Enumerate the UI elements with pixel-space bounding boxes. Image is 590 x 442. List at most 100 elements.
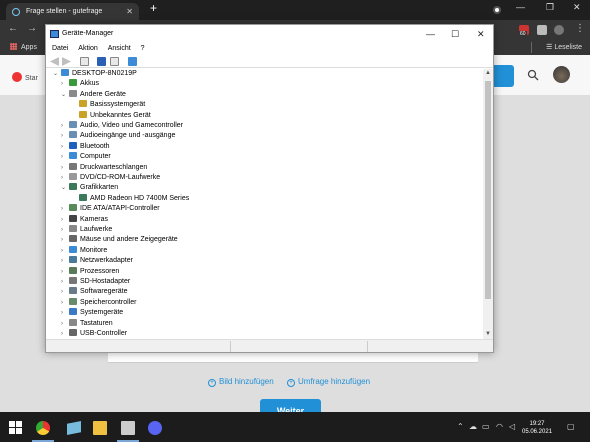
chevron-down-icon[interactable]: ⌄ [53,69,61,79]
tree-category[interactable]: › Mäuse und andere Zeigegeräte [61,235,178,245]
tree-category[interactable]: › DVD/CD-ROM-Laufwerke [61,173,160,183]
tree-category[interactable]: › IDE ATA/ATAPI-Controller [61,204,160,214]
discord-icon[interactable] [148,421,162,435]
tree-category[interactable]: ⌄ Andere Geräte [61,89,126,100]
chevron-right-icon[interactable]: › [61,215,69,225]
minimize-icon[interactable]: — [426,25,435,43]
chevron-right-icon[interactable]: › [61,235,69,245]
browser-tab[interactable]: Frage stellen - gutefrage ✕ [6,3,139,20]
mail-app-icon[interactable] [67,421,81,435]
apps-bookmark[interactable]: Apps [10,43,37,51]
scroll-down-icon[interactable]: ▼ [485,331,491,337]
chevron-right-icon[interactable]: › [61,308,69,318]
forward-icon[interactable]: → [27,23,37,34]
profile-icon[interactable] [554,25,564,35]
tree-category[interactable]: › Kameras [61,214,108,225]
tree-category[interactable]: › Bluetooth [61,141,110,152]
chevron-right-icon[interactable]: › [61,204,69,214]
device-tree: ⌄ DESKTOP-8N0219P › Akkus ⌄ Andere Geräte Bas… [46,69,483,339]
chevron-right-icon[interactable]: › [61,329,69,339]
windows-start-icon[interactable] [9,421,23,435]
menu-help[interactable]: ? [141,45,145,52]
tree-category[interactable]: › Monitore [61,245,107,256]
minimize-icon[interactable]: — [516,2,525,12]
chevron-right-icon[interactable]: › [61,287,69,297]
device-manager-taskbar-icon[interactable] [121,421,135,435]
chevron-right-icon[interactable]: › [61,298,69,308]
tree-category[interactable]: › Systemgeräte [61,308,123,318]
network-icon[interactable]: ◠ [496,422,503,431]
new-tab-button[interactable]: + [150,1,157,15]
tree-category[interactable]: › Laufwerke [61,225,112,235]
chevron-right-icon[interactable]: › [61,79,69,89]
chevron-right-icon[interactable]: › [61,319,69,329]
avatar[interactable] [553,66,570,83]
notifications-icon[interactable]: ▢ [567,422,575,431]
tree-scrollbar[interactable]: ▲ ▼ [483,69,493,339]
tree-category[interactable]: › Akkus [61,79,99,89]
battery-icon[interactable]: ▭ [482,422,490,431]
tree-category[interactable]: › Softwaregeräte [61,287,127,297]
back-arrow-icon[interactable] [50,57,59,66]
restore-icon[interactable]: ❐ [546,2,554,13]
volume-icon[interactable]: ◁ [509,422,515,431]
chevron-right-icon[interactable]: › [61,121,69,131]
tree-device[interactable]: Basissystemgerät [79,100,145,110]
help-icon[interactable] [97,57,106,66]
file-explorer-icon[interactable] [93,421,107,435]
tree-root[interactable]: ⌄ DESKTOP-8N0219P [53,69,137,79]
chevron-right-icon[interactable]: › [61,163,69,173]
device-manager-titlebar[interactable]: Geräte-Manager — ☐ ✕ [46,25,493,43]
clock[interactable]: 19:27 05.06.2021 [522,420,552,436]
chevron-right-icon[interactable]: › [61,131,69,141]
back-icon[interactable]: ← [8,23,18,34]
tree-category[interactable]: › Netzwerkadapter [61,256,133,266]
tree-device[interactable]: Unbekanntes Gerät [79,110,151,121]
add-poll-link[interactable]: + Umfrage hinzufügen [287,377,370,387]
menu-action[interactable]: Aktion [78,45,97,52]
tray-chevron-icon[interactable]: ⌃ [457,422,464,431]
chevron-right-icon[interactable]: › [61,225,69,235]
view-icon[interactable] [110,57,119,66]
tree-category[interactable]: › USB-Controller [61,329,127,339]
start-link[interactable]: Star [12,72,38,82]
people-icon[interactable]: ☁ [469,422,477,431]
puzzle-icon[interactable] [537,25,547,35]
maximize-icon[interactable]: ☐ [451,25,459,43]
tree-category[interactable]: › Computer [61,152,111,162]
plus-icon: + [287,379,295,387]
tree-category[interactable]: › Audio, Video und Gamecontroller [61,121,183,131]
forward-arrow-icon[interactable] [62,57,71,66]
add-image-link[interactable]: + Bild hinzufügen [208,377,274,387]
chevron-down-icon[interactable]: ⌄ [61,183,69,193]
tree-category[interactable]: › Tastaturen [61,318,113,329]
chevron-right-icon[interactable]: › [61,277,69,287]
search-icon[interactable] [527,69,539,81]
scroll-up-icon[interactable]: ▲ [485,70,491,76]
tree-category[interactable]: ⌄ Grafikkarten [61,183,118,193]
close-window-icon[interactable]: ✕ [573,2,581,13]
chevron-right-icon[interactable]: › [61,267,69,277]
chrome-icon[interactable] [36,421,50,435]
monitor-icon[interactable] [128,57,137,66]
browser-menu-icon[interactable]: ⋮ [575,23,585,34]
chevron-down-icon[interactable]: ⌄ [61,90,69,100]
chevron-right-icon[interactable]: › [61,173,69,183]
close-icon[interactable]: ✕ [477,25,485,43]
tab-close-icon[interactable]: ✕ [126,3,133,20]
tree-category[interactable]: › Speichercontroller [61,297,136,308]
reading-list-button[interactable]: ☰ Leseliste [546,43,582,51]
tree-device[interactable]: AMD Radeon HD 7400M Series [79,193,189,204]
chevron-right-icon[interactable]: › [61,142,69,152]
chevron-right-icon[interactable]: › [61,256,69,266]
tree-category[interactable]: › Audioeingänge und -ausgänge [61,131,175,141]
chevron-right-icon[interactable]: › [61,152,69,162]
tree-category[interactable]: › Prozessoren [61,266,119,277]
menu-file[interactable]: Datei [52,45,68,52]
scrollbar-thumb[interactable] [485,81,491,299]
properties-icon[interactable] [80,57,89,66]
tree-category[interactable]: › SD-Hostadapter [61,277,130,287]
menu-view[interactable]: Ansicht [108,45,131,52]
tree-category[interactable]: › Druckwarteschlangen [61,162,147,173]
chevron-right-icon[interactable]: › [61,246,69,256]
